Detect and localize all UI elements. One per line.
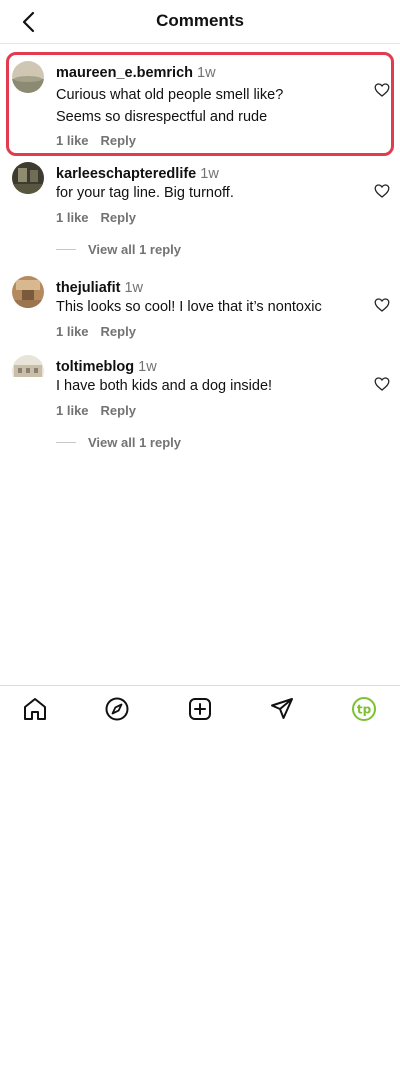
comment-username[interactable]: maureen_e.bemrich — [56, 65, 193, 81]
avatar[interactable] — [12, 276, 44, 308]
view-replies-label: View all 1 reply — [88, 242, 181, 257]
comment-text: for your tag line. Big turnoff. — [56, 185, 234, 201]
send-icon — [271, 698, 293, 719]
likes-count[interactable]: 1 like — [56, 324, 89, 339]
comment-time: 1w — [124, 280, 143, 296]
heart-icon[interactable] — [374, 297, 390, 313]
view-replies-label: View all 1 reply — [88, 435, 181, 450]
avatar[interactable] — [12, 162, 44, 194]
profile-tp-label: tp — [357, 703, 372, 717]
reply-button[interactable]: Reply — [101, 324, 136, 339]
tab-explore[interactable] — [104, 696, 130, 722]
add-post-icon — [189, 698, 211, 720]
heart-icon[interactable] — [374, 376, 390, 392]
tab-profile[interactable]: tp — [351, 696, 377, 722]
header: Comments — [0, 0, 400, 44]
comment-text: I have both kids and a dog inside! — [56, 378, 273, 394]
comment-time: 1w — [138, 359, 157, 375]
likes-count[interactable]: 1 like — [56, 133, 89, 148]
view-replies-button[interactable]: View all 1 reply — [56, 435, 181, 450]
comment-text-line2: Seems so disrespectful and rude — [56, 109, 268, 125]
replies-divider — [56, 249, 76, 250]
bottom-tab-bar: tp — [0, 685, 400, 731]
likes-count[interactable]: 1 like — [56, 210, 89, 225]
comment-time: 1w — [197, 65, 216, 81]
avatar[interactable] — [12, 355, 44, 387]
tab-messages[interactable] — [269, 696, 295, 722]
home-icon — [24, 698, 46, 720]
likes-count[interactable]: 1 like — [56, 403, 89, 418]
comment-text: This looks so cool! I love that it’s non… — [56, 299, 322, 315]
replies-divider — [56, 442, 76, 443]
heart-icon[interactable] — [374, 183, 390, 199]
heart-icon[interactable] — [374, 82, 390, 98]
reply-button[interactable]: Reply — [101, 210, 136, 225]
compass-icon — [105, 697, 129, 721]
view-replies-button[interactable]: View all 1 reply — [56, 242, 181, 257]
profile-tp-icon: tp — [352, 697, 376, 721]
comment-text: Curious what old people smell like? — [56, 87, 284, 103]
page-title: Comments — [156, 11, 244, 30]
tab-create[interactable] — [187, 696, 213, 722]
reply-button[interactable]: Reply — [101, 403, 136, 418]
avatar[interactable] — [12, 61, 44, 93]
reply-button[interactable]: Reply — [101, 133, 136, 148]
comment-time: 1w — [200, 166, 219, 182]
comment-username[interactable]: toltimeblog — [56, 359, 134, 375]
comment-username[interactable]: karleeschapteredlife — [56, 166, 196, 182]
comment-username[interactable]: thejuliafit — [56, 280, 120, 296]
tab-home[interactable] — [22, 696, 48, 722]
